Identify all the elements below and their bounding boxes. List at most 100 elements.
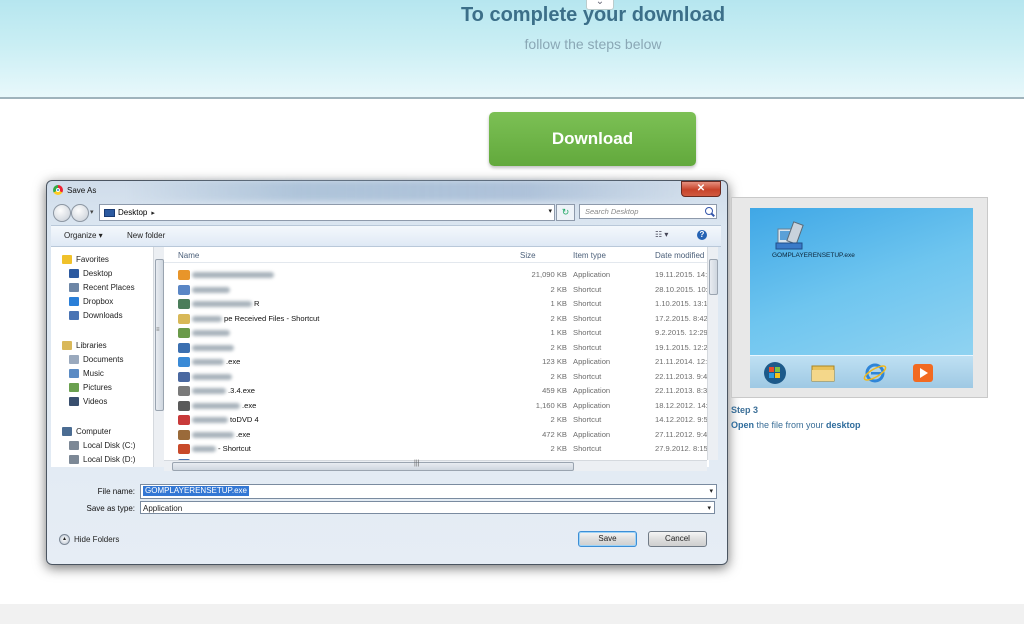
sidebar-item[interactable]: Computer [62,425,111,438]
sidebar-item-label: Desktop [83,269,113,278]
file-icon [178,400,190,411]
scroll-thumb[interactable] [155,259,164,411]
table-row[interactable]: .exe 472 KB Application 27.11.2012. 9:4 [164,428,709,443]
file-type-cell: Shortcut [573,371,602,381]
file-name-dropdown-icon[interactable]: ▾ [709,487,713,495]
sidebar-item-label: Libraries [76,341,107,350]
file-type-cell: Application [573,386,611,395]
sidebar-item-label: Downloads [83,311,123,320]
file-size-cell: 1 KB [550,299,567,308]
file-date-cell: 27.9.2012. 8:15 [655,444,708,453]
breadcrumb-arrow-icon[interactable]: ▸ [151,209,155,217]
navigation-scrollbar[interactable]: ≡ [153,247,164,467]
dropbox-icon [69,297,79,306]
save-as-type-dropdown-icon[interactable]: ▾ [707,502,711,515]
sidebar-item-label: Music [83,369,104,378]
sidebar-item[interactable]: Libraries [62,339,107,352]
new-folder-button[interactable]: New folder [127,231,165,240]
change-view-icon[interactable]: ☷ ▾ [655,230,668,239]
table-row[interactable]: .3.4.exe 459 KB Application 22.11.2013. 8:3 [164,384,709,399]
cancel-button[interactable]: Cancel [648,531,707,547]
table-row[interactable]: - Shortcut 2 KB Shortcut 27.9.2012. 8:15 [164,442,709,457]
save-as-type-label: Save as type: [86,504,135,513]
redacted-name-blur [192,446,216,452]
sidebar-item[interactable]: Favorites [62,253,109,266]
file-date-cell: 9.2.2015. 12:29 [655,328,708,337]
download-button[interactable]: Download [489,112,696,166]
sidebar-item-label: Favorites [76,255,109,264]
sidebar-item-label: Local Disk (C:) [83,441,136,450]
address-bar[interactable]: Desktop ▸ ▾ [99,204,555,221]
table-row[interactable]: .exe 1,160 KB Application 18.12.2012. 14: [164,399,709,414]
redacted-name-blur [192,373,232,380]
refresh-button[interactable]: ↻ [556,204,575,221]
file-list-vertical-scrollbar[interactable] [707,247,718,460]
sidebar-item[interactable]: Local Disk (C:) [69,439,135,452]
redacted-name-blur [192,344,234,351]
file-list-horizontal-scrollbar[interactable]: ||| [164,460,707,471]
table-row[interactable]: 2 KB Shortcut 19.1.2015. 12:2 [164,341,709,356]
step-desc-desktop: desktop [826,420,861,430]
column-header-size[interactable]: Size [520,251,536,260]
table-row[interactable]: 2 KB Shortcut 28.10.2015. 10: [164,283,709,298]
column-header-date-modified[interactable]: Date modified [655,251,704,260]
table-row[interactable]: 21,090 KB Application 19.11.2015. 14: [164,268,709,283]
step-desc-open: Open [731,420,755,430]
table-row[interactable]: 1 KB Shortcut 9.2.2015. 12:29 [164,326,709,341]
address-dropdown-icon[interactable]: ▾ [548,207,552,215]
file-icon [178,386,190,396]
sidebar-item[interactable]: Documents [69,353,123,366]
scroll-thumb[interactable] [709,259,718,295]
file-date-cell: 27.11.2012. 9:4 [655,429,708,439]
search-icon[interactable] [705,207,713,215]
installer-file-icon [775,221,804,250]
sidebar-item[interactable]: Videos [69,395,107,408]
table-row[interactable]: .exe 123 KB Application 21.11.2014. 12: [164,355,709,370]
star-icon [62,255,72,264]
sidebar-item[interactable]: Pictures [69,381,112,394]
save-button[interactable]: Save [578,531,637,547]
search-input[interactable]: Search Desktop [579,204,717,219]
redacted-name-blur [192,417,228,423]
table-row[interactable]: pe Received Files - Shortcut 2 KB Shortcut… [164,312,709,327]
downloads-folder-icon [69,311,79,320]
sidebar-item-label: Recent Places [83,283,135,292]
recent-locations-dropdown-icon[interactable]: ▾ [90,208,94,216]
file-icon [178,444,190,454]
sidebar-item[interactable]: Downloads [69,309,123,322]
back-button[interactable] [53,204,71,222]
table-row[interactable]: R 1 KB Shortcut 1.10.2015. 13:1 [164,297,709,312]
file-name-cell: - Shortcut [218,444,251,453]
scroll-thumb[interactable] [172,462,574,471]
step-description: Open the file from your desktop [731,420,861,430]
file-date-cell: 1.10.2015. 13:1 [655,299,708,308]
file-date-cell: 19.11.2015. 14: [655,270,708,279]
file-type-cell: Application [573,270,611,279]
forward-button[interactable] [71,204,89,222]
sidebar-item[interactable]: Local Disk (D:) [69,453,135,466]
file-size-cell: 123 KB [542,357,567,366]
save-as-dialog: Save As ✕ ▾ Desktop ▸ ▾ ↻ Search Desktop… [46,180,728,565]
column-header-name[interactable]: Name [178,251,199,260]
redacted-name-blur [192,286,230,293]
sidebar-item[interactable]: Recent Places [69,281,135,294]
navigation-pane: Favorites Desktop Recent Places Dropbox Down… [51,247,154,467]
table-row[interactable]: 2 KB Shortcut 22.11.2013. 9:4 [164,370,709,385]
column-header-item-type[interactable]: Item type [573,251,606,260]
save-as-type-select[interactable]: Application ▾ [140,501,715,514]
help-icon[interactable]: ? [697,230,707,240]
recent-places-icon [69,283,79,292]
file-size-cell: 459 KB [542,386,567,395]
organize-button[interactable]: Organize ▾ [64,231,103,240]
sidebar-item[interactable]: Dropbox [69,295,113,308]
sidebar-item[interactable]: Music [69,367,104,380]
file-name-cell: .exe [242,400,257,410]
file-name-value: GOMPLAYERENSETUP.exe [143,486,249,496]
dialog-title: Save As [67,185,97,195]
hide-folders-button[interactable]: ▴ Hide Folders [59,534,119,545]
table-row[interactable]: toDVD 4 2 KB Shortcut 14.12.2012. 9:5 [164,413,709,428]
close-button[interactable]: ✕ [681,181,721,197]
file-date-cell: 22.11.2013. 8:3 [655,386,708,395]
file-name-field[interactable]: GOMPLAYERENSETUP.exe ▾ [140,484,717,499]
sidebar-item[interactable]: Desktop [69,267,112,280]
